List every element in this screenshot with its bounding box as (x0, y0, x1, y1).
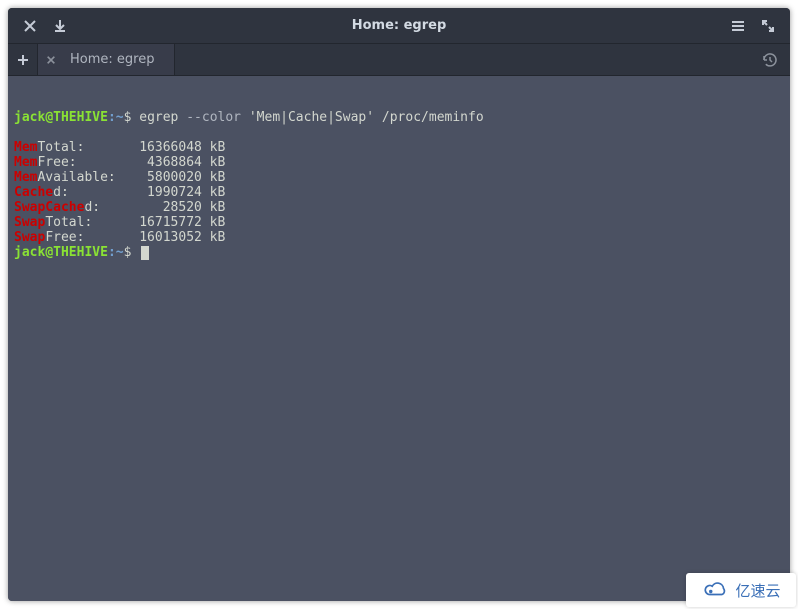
titlebar: Home: egrep (8, 8, 790, 44)
output-line: MemAvailable: 5800020 kB (14, 170, 784, 185)
output-line: SwapFree: 16013052 kB (14, 230, 784, 245)
history-icon[interactable] (758, 44, 782, 75)
tabbar: Home: egrep (8, 44, 790, 76)
titlebar-left-controls (8, 18, 68, 34)
tab-label: Home: egrep (66, 52, 164, 67)
tab-home-egrep[interactable]: Home: egrep (38, 44, 175, 75)
command-output: MemTotal: 16366048 kBMemFree: 4368864 kB… (14, 140, 784, 245)
output-line: MemFree: 4368864 kB (14, 155, 784, 170)
titlebar-right-controls (730, 18, 790, 34)
prompt-line-2: jack@THEHIVE:~$ (14, 245, 784, 260)
terminal-body[interactable]: jack@THEHIVE:~$ egrep --color 'Mem|Cache… (8, 76, 790, 601)
window-title: Home: egrep (8, 18, 790, 33)
close-icon[interactable] (22, 18, 38, 34)
tab-close-icon[interactable] (44, 53, 58, 67)
output-line: SwapCached: 28520 kB (14, 200, 784, 215)
prompt-line-1: jack@THEHIVE:~$ egrep --color 'Mem|Cache… (14, 110, 784, 125)
cursor (141, 246, 149, 260)
terminal-window: Home: egrep Home: egrep jack@TH (8, 8, 790, 601)
download-icon[interactable] (52, 18, 68, 34)
output-line: MemTotal: 16366048 kB (14, 140, 784, 155)
new-tab-button[interactable] (8, 44, 38, 75)
fullscreen-icon[interactable] (760, 18, 776, 34)
menu-icon[interactable] (730, 18, 746, 34)
output-line: Cached: 1990724 kB (14, 185, 784, 200)
output-line: SwapTotal: 16715772 kB (14, 215, 784, 230)
